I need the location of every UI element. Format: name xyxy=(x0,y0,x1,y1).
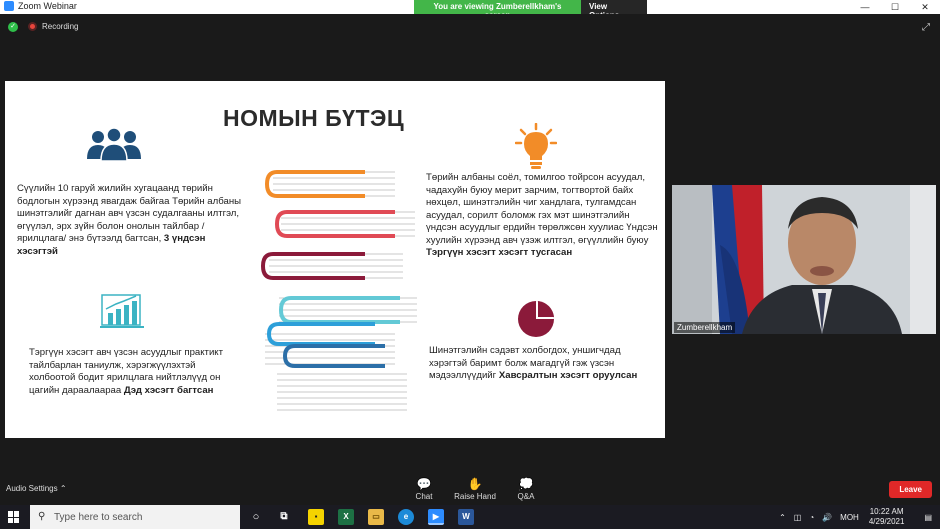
speaker-video-frame xyxy=(672,185,936,334)
file-explorer-icon[interactable]: ▭ xyxy=(368,509,384,525)
chat-label: Chat xyxy=(415,492,433,501)
fullscreen-icon[interactable]: ⤢ xyxy=(922,22,930,33)
viewing-screen-message: You are viewing Zumberellkham's screen xyxy=(414,0,581,20)
cortana-icon[interactable]: ○ xyxy=(248,509,264,525)
shared-screen-slide: НОМЫН БҮТЭЦ Сүүлийн 10 гаруй жилийн хуга… xyxy=(5,81,665,438)
window-titlebar: Zoom Webinar You are viewing Zumberellkh… xyxy=(0,0,940,20)
maximize-button[interactable]: ☐ xyxy=(880,0,910,14)
task-view-icon[interactable]: ⧉ xyxy=(276,509,292,525)
audio-settings-button[interactable]: Audio Settings ⌃ xyxy=(6,484,67,493)
qa-label: Q&A xyxy=(517,492,535,501)
app-title-group: Zoom Webinar xyxy=(4,1,77,11)
chat-button[interactable]: 💬 Chat xyxy=(412,476,436,501)
windows-taskbar: ⚲ Type here to search ○ ⧉ ▪ X ▭ e ▶ W ⌃ … xyxy=(0,505,940,529)
taskbar-clock[interactable]: 10:22 AM 4/29/2021 xyxy=(869,507,905,527)
clock-time: 10:22 AM xyxy=(869,507,904,516)
taskbar-search-box[interactable]: ⚲ Type here to search xyxy=(30,505,240,529)
recording-indicator: Recording xyxy=(28,22,78,31)
qa-button[interactable]: 💭 Q&A xyxy=(514,476,538,501)
meeting-controls-bar: Audio Settings ⌃ 💬 Chat ✋ Raise Hand 💭 Q… xyxy=(0,473,940,505)
sticky-notes-icon[interactable]: ▪ xyxy=(308,509,324,525)
wifi-icon[interactable]: ◔ xyxy=(809,513,814,522)
section-main-text: Төрийн албаны соёл, томилгоо тойрсон асу… xyxy=(426,172,658,260)
qa-icon: 💭 xyxy=(518,477,534,491)
close-button[interactable]: ✕ xyxy=(910,0,940,14)
search-icon: ⚲ xyxy=(38,511,46,522)
leave-button[interactable]: Leave xyxy=(889,481,932,498)
raise-hand-button[interactable]: ✋ Raise Hand xyxy=(454,476,496,501)
clock-date: 4/29/2021 xyxy=(868,517,905,526)
input-language[interactable]: МОН xyxy=(840,513,859,522)
zoom-taskbar-icon[interactable]: ▶ xyxy=(428,509,444,525)
window-controls: — ☐ ✕ xyxy=(850,0,940,14)
raise-hand-label: Raise Hand xyxy=(454,492,496,501)
meeting-info-bar: ✓ Recording ⤢ xyxy=(0,14,940,40)
chat-bubble-icon: 💬 xyxy=(416,477,432,491)
zoom-logo-icon xyxy=(4,1,14,11)
bar-chart-icon xyxy=(100,294,144,328)
network-icon[interactable]: ◫ xyxy=(794,513,802,522)
windows-start-icon[interactable] xyxy=(8,511,20,523)
participant-video[interactable]: Zumberellkham xyxy=(672,185,936,334)
system-tray: ⌃ ◫ ◔ 🔊 МОН 10:22 AM 4/29/2021 ▤ xyxy=(779,505,940,529)
section-appendix-bold: Хавсралтын хэсэгт оруулсан xyxy=(498,370,638,381)
edge-browser-icon[interactable]: e xyxy=(398,509,414,525)
screen-share-banner: You are viewing Zumberellkham's screen V… xyxy=(414,0,647,20)
recording-label: Recording xyxy=(42,22,79,31)
section-intro-text: Сүүлийн 10 гаруй жилийн хугацаанд төрийн… xyxy=(17,183,245,258)
participant-name-label: Zumberellkham xyxy=(674,322,736,333)
recording-dot-icon xyxy=(28,22,37,31)
slide-title: НОМЫН БҮТЭЦ xyxy=(223,105,405,131)
people-icon xyxy=(87,127,141,161)
word-icon[interactable]: W xyxy=(458,509,474,525)
excel-icon[interactable]: X xyxy=(338,509,354,525)
volume-icon[interactable]: 🔊 xyxy=(822,513,832,522)
hand-icon: ✋ xyxy=(467,477,483,491)
notifications-icon[interactable]: ▤ xyxy=(924,513,932,522)
tray-overflow-icon[interactable]: ⌃ xyxy=(779,513,786,522)
section-appendix-text: Шинэтгэлийн сэдэвт холбогдох, уншигчдад … xyxy=(429,345,644,383)
view-options-button[interactable]: View Options ⌄ xyxy=(581,0,647,20)
section-main-body: Төрийн албаны соёл, томилгоо тойрсон асу… xyxy=(426,172,658,246)
section-main-bold: Тэргүүн хэсэгт хэсэгт тусгасан xyxy=(426,247,573,258)
minimize-button[interactable]: — xyxy=(850,0,880,14)
encryption-shield-icon[interactable]: ✓ xyxy=(8,22,18,32)
section-intro-body: Сүүлийн 10 гаруй жилийн хугацаанд төрийн… xyxy=(17,183,242,244)
section-sub-bold: Дэд хэсэгт багтсан xyxy=(123,384,214,396)
app-title: Zoom Webinar xyxy=(18,1,77,11)
search-placeholder: Type here to search xyxy=(54,511,143,523)
pie-chart-icon xyxy=(518,301,554,337)
books-stack-illustration xyxy=(260,170,417,411)
section-sub-text: Тэргүүн хэсэгт авч үзсэн асуудлыг практи… xyxy=(29,347,239,397)
lightbulb-icon xyxy=(515,123,557,169)
